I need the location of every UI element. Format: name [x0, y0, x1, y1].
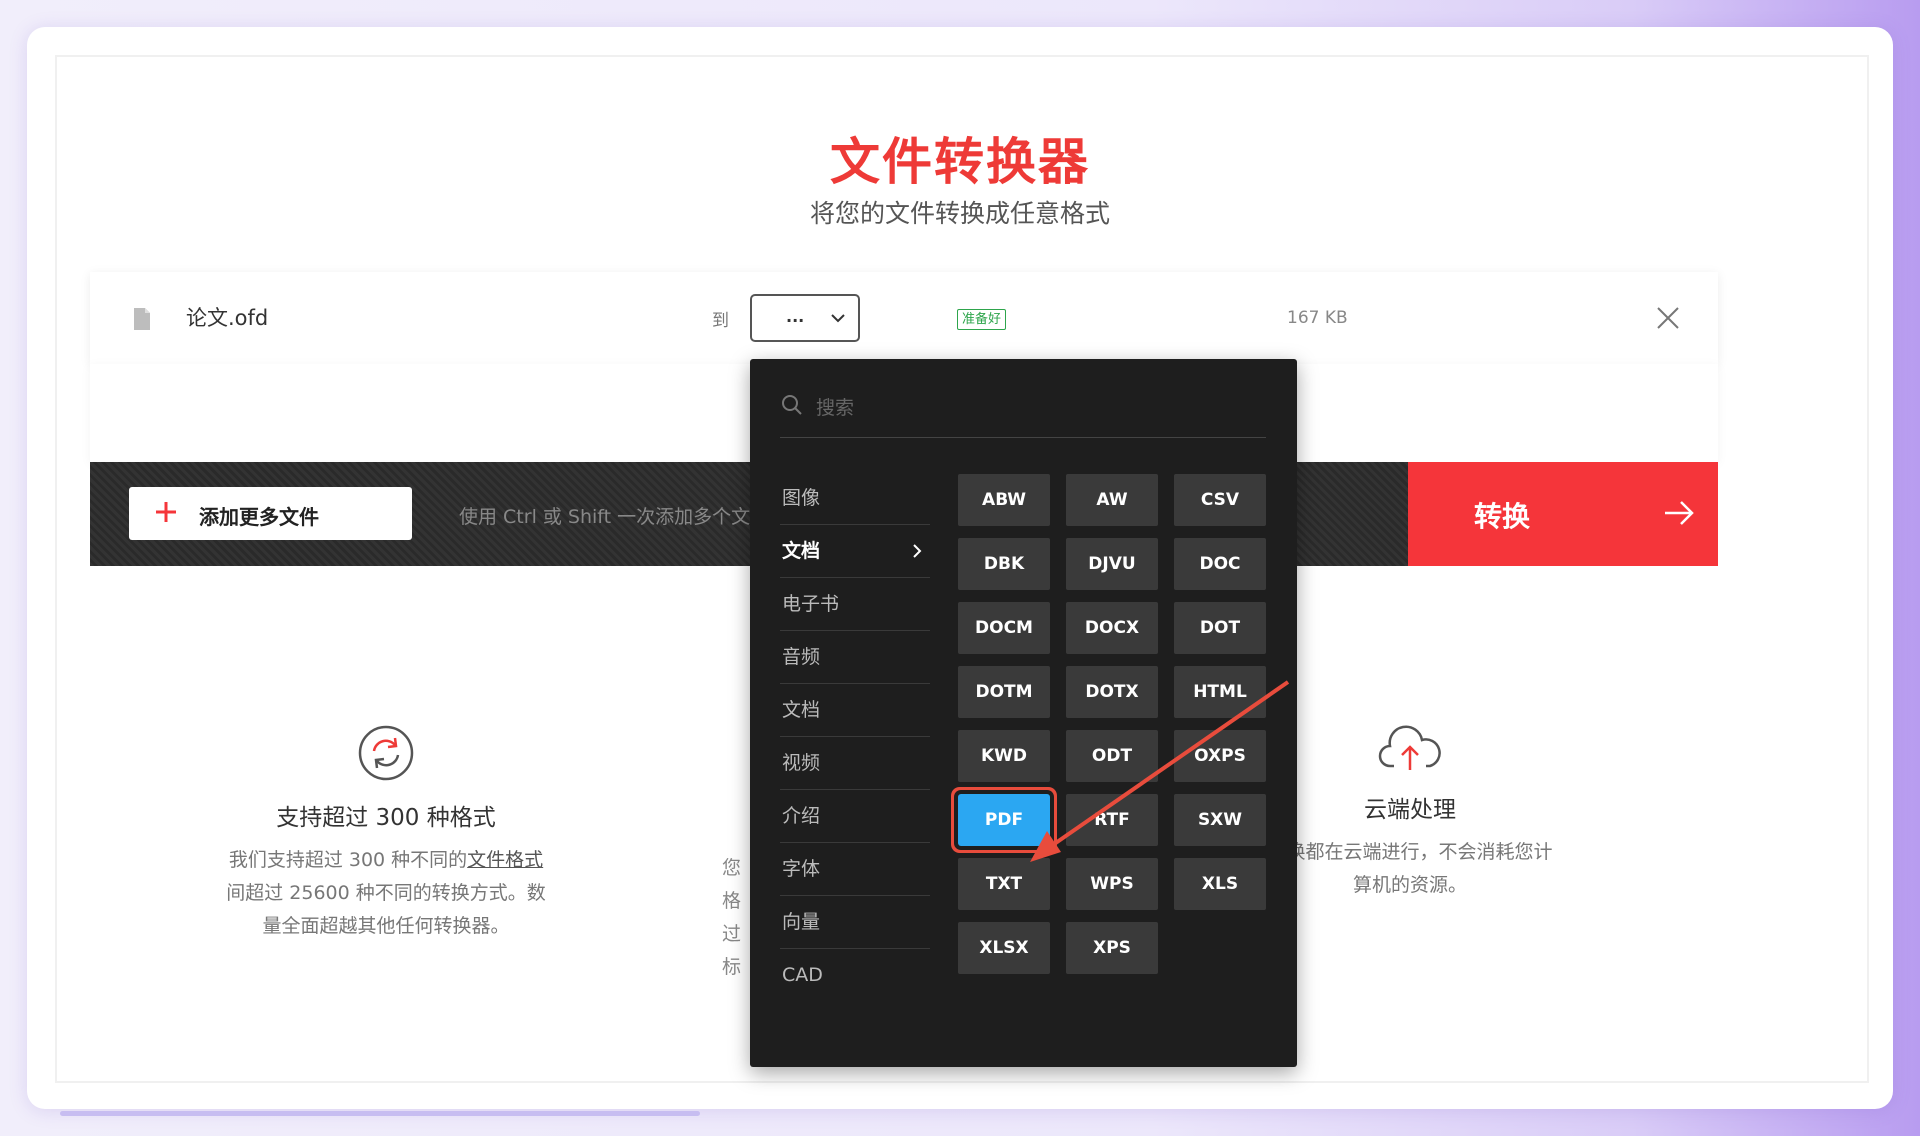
scrollbar[interactable]: [60, 1111, 700, 1116]
file-row: 论文.ofd 到 ... 准备好 167 KB: [90, 272, 1718, 364]
page-subtitle: 将您的文件转换成任意格式: [809, 199, 1110, 228]
category-item[interactable]: 文档: [780, 684, 930, 737]
add-more-files-button[interactable]: 添加更多文件: [129, 487, 412, 540]
refresh-icon: [358, 725, 414, 781]
file-size: 167 KB: [1287, 308, 1348, 328]
category-item[interactable]: 字体: [780, 843, 930, 896]
format-option[interactable]: OXPS: [1174, 730, 1266, 782]
category-item-label: 文档: [782, 540, 821, 562]
status-badge: 准备好: [957, 309, 1007, 330]
format-option[interactable]: DOTX: [1066, 666, 1158, 718]
format-option[interactable]: ODT: [1066, 730, 1158, 782]
convert-label: 转换: [1474, 500, 1531, 533]
category-item[interactable]: 向量: [780, 896, 930, 949]
format-option[interactable]: XLS: [1174, 858, 1266, 910]
format-option[interactable]: ABW: [958, 474, 1050, 526]
format-option[interactable]: DOTM: [958, 666, 1050, 718]
add-more-files-label: 添加更多文件: [199, 505, 319, 529]
page-title: 文件转换器: [830, 133, 1090, 191]
format-search: [780, 387, 1266, 438]
feature-formats-desc-1: 我们支持超过 300 种不同的: [228, 849, 468, 871]
format-option[interactable]: TXT: [958, 858, 1050, 910]
format-option[interactable]: RTF: [1066, 794, 1158, 846]
plus-icon: [156, 502, 176, 522]
file-icon: [134, 308, 150, 330]
feature-formats: 支持超过 300 种格式 我们支持超过 300 种不同的文件格式 间超过 256…: [166, 724, 606, 943]
format-option[interactable]: DBK: [958, 538, 1050, 590]
format-select[interactable]: ...: [750, 294, 860, 342]
feature-mid-char: 您: [722, 857, 742, 879]
format-option[interactable]: DJVU: [1066, 538, 1158, 590]
feature-formats-desc: 我们支持超过 300 种不同的文件格式 间超过 25600 种不同的转换方式。数…: [166, 844, 606, 943]
chevron-down-icon: [831, 314, 845, 323]
format-option[interactable]: DOT: [1174, 602, 1266, 654]
format-option[interactable]: DOCX: [1066, 602, 1158, 654]
category-list: 图像 文档 电子书 音频 文档 视频 介绍 字体 向量 CAD: [780, 472, 930, 1002]
format-option[interactable]: AW: [1066, 474, 1158, 526]
search-icon: [782, 395, 802, 415]
format-grid: ABW AW CSV DBK DJVU DOC DOCM DOCX DOT DO…: [958, 474, 1266, 974]
category-item[interactable]: 视频: [780, 737, 930, 790]
format-search-input[interactable]: [814, 393, 1238, 423]
feature-cloud-desc-1: 转换都在云端进行，不会消耗您计: [1267, 841, 1553, 863]
cloud-upload-icon: [1378, 725, 1441, 770]
format-option[interactable]: XLSX: [958, 922, 1050, 974]
format-select-value: ...: [786, 307, 805, 326]
feature-cloud-desc-2: 算机的资源。: [1352, 874, 1467, 896]
feature-mid-char: 格: [722, 890, 742, 912]
format-option[interactable]: HTML: [1174, 666, 1266, 718]
format-option[interactable]: WPS: [1066, 858, 1158, 910]
convert-button[interactable]: 转换: [1408, 462, 1718, 566]
category-item[interactable]: 图像: [780, 472, 930, 525]
format-dropdown: 图像 文档 电子书 音频 文档 视频 介绍 字体 向量 CAD ABW AW C…: [750, 359, 1297, 1067]
feature-formats-desc-2: 间超过 25600 种不同的转换方式。数: [226, 882, 546, 904]
format-option[interactable]: XPS: [1066, 922, 1158, 974]
format-option-pdf-selected[interactable]: PDF: [958, 794, 1050, 846]
feature-formats-title: 支持超过 300 种格式: [276, 805, 496, 831]
multi-select-hint: 使用 Ctrl 或 Shift 一次添加多个文件: [459, 506, 770, 528]
format-option[interactable]: DOCM: [958, 602, 1050, 654]
arrow-right-icon: [1665, 501, 1694, 525]
category-item[interactable]: 介绍: [780, 790, 930, 843]
category-item[interactable]: 电子书: [780, 578, 930, 631]
feature-formats-desc-3: 量全面超越其他任何转换器。: [262, 915, 510, 937]
format-option[interactable]: KWD: [958, 730, 1050, 782]
file-name: 论文.ofd: [186, 306, 269, 330]
feature-mid-partial: 您 格 过 标: [722, 852, 752, 984]
format-option[interactable]: DOC: [1174, 538, 1266, 590]
category-item[interactable]: CAD: [780, 949, 930, 1002]
format-option[interactable]: SXW: [1174, 794, 1266, 846]
category-item[interactable]: 音频: [780, 631, 930, 684]
feature-mid-char: 标: [722, 956, 742, 978]
feature-mid-char: 过: [722, 923, 742, 945]
format-option[interactable]: CSV: [1174, 474, 1266, 526]
file-formats-link[interactable]: 文件格式: [467, 849, 543, 871]
to-label: 到: [712, 311, 729, 331]
close-icon[interactable]: [1655, 305, 1681, 331]
category-item-active[interactable]: 文档: [780, 525, 930, 578]
chevron-right-icon: [913, 544, 922, 558]
